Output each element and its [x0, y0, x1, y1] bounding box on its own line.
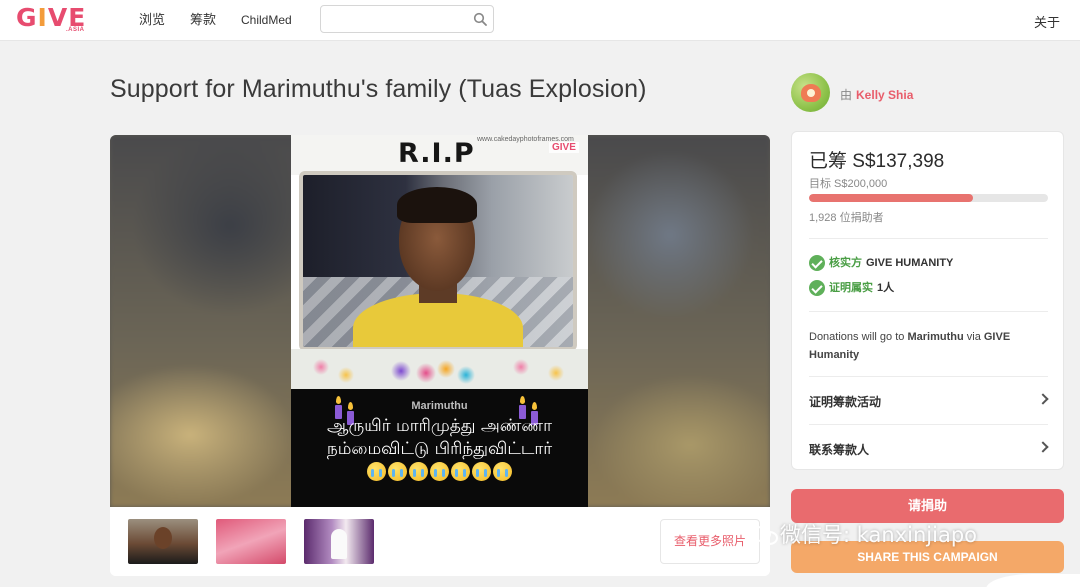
- crying-face-icon: [472, 462, 491, 482]
- thumbnail-strip: 查看更多照片: [110, 507, 770, 576]
- flower-decoration: [291, 349, 588, 389]
- funding-progress-fill: [809, 194, 974, 202]
- funding-goal: 目标 S$200,000: [809, 178, 888, 190]
- check-circle-icon: [809, 280, 825, 296]
- poster-rip-heading: R.I.P: [398, 138, 475, 169]
- hero-image[interactable]: R.I.P www.cakedayphotoframes.com GIVE Ma…: [110, 135, 770, 507]
- divider: [809, 424, 1048, 425]
- organizer-name-link[interactable]: Kelly Shia: [856, 88, 913, 102]
- search-icon[interactable]: [473, 12, 487, 26]
- verified-by-label: 核实方: [829, 257, 862, 269]
- chevron-right-icon: [1037, 393, 1049, 405]
- gallery-thumbnail[interactable]: [128, 519, 198, 564]
- crying-face-icon: [367, 462, 386, 482]
- crying-face-icon: [430, 462, 449, 482]
- crying-face-icon: [388, 462, 407, 482]
- search-box: [320, 5, 494, 33]
- logo-subtitle: .ASIA: [66, 27, 85, 33]
- poster-tamil-line-2: நம்மைவிட்டு பிரிந்துவிட்டார்: [326, 439, 553, 459]
- organizer-byline: 由 Kelly Shia: [840, 86, 913, 103]
- poster-tamil-line-1: ஆருயிர் மாரிமுத்து அண்ணா: [327, 416, 552, 436]
- divider: [809, 238, 1048, 239]
- contact-fundraiser-link[interactable]: 联系筹款人: [809, 441, 1049, 458]
- proof-value[interactable]: 1人: [877, 282, 894, 294]
- donor-count: 1,928 位捐助者: [809, 212, 884, 224]
- organizer-avatar[interactable]: [791, 73, 830, 112]
- nav-about[interactable]: 关于: [1034, 12, 1060, 31]
- campaign-title: Support for Marimuthu's family (Tuas Exp…: [110, 75, 647, 103]
- wechat-watermark: 微信号: kanxinjiapo: [752, 519, 977, 549]
- crying-face-icon: [493, 462, 512, 482]
- funding-progress-bar: [809, 194, 1048, 202]
- search-input[interactable]: [329, 11, 469, 27]
- nav-fundraise[interactable]: 筹款: [190, 12, 216, 28]
- verify-campaign-link[interactable]: 证明筹款活动: [809, 393, 1049, 410]
- wechat-icon: [752, 525, 778, 545]
- page-corner-shape: [986, 574, 1080, 587]
- poster-give-badge: GIVE: [549, 142, 579, 153]
- divider: [809, 311, 1048, 312]
- organizer-prefix: 由: [840, 88, 853, 102]
- divider: [809, 376, 1048, 377]
- proof-label: 证明属实: [829, 282, 873, 294]
- gallery-thumbnail[interactable]: [304, 519, 374, 564]
- media-gallery-card: R.I.P www.cakedayphotoframes.com GIVE Ma…: [110, 135, 770, 576]
- amount-raised: 已筹 S$137,398: [809, 151, 945, 172]
- chevron-right-icon: [1037, 441, 1049, 453]
- poster-name: Marimuthu: [411, 400, 468, 412]
- nav-browse[interactable]: 浏览: [139, 12, 165, 28]
- donation-destination-note: Donations will go to Marimuthu via GIVE …: [809, 331, 1011, 361]
- check-circle-icon: [809, 255, 825, 271]
- view-more-photos-button[interactable]: 查看更多照片: [660, 519, 760, 564]
- crying-emoji-row: [291, 461, 588, 482]
- verified-by-value[interactable]: GIVE HUMANITY: [866, 257, 953, 269]
- crying-face-icon: [409, 462, 428, 482]
- crying-face-icon: [451, 462, 470, 482]
- nav-childmed[interactable]: ChildMed: [241, 12, 292, 28]
- funding-summary-card: 已筹 S$137,398 目标 S$200,000 1,928 位捐助者 核实方…: [791, 131, 1064, 470]
- portrait-photo: [299, 171, 577, 351]
- top-navigation-bar: GIVE .ASIA 浏览 筹款 ChildMed 关于: [0, 0, 1080, 41]
- donate-button[interactable]: 请捐助: [791, 489, 1064, 523]
- give-asia-logo[interactable]: GIVE .ASIA: [16, 4, 86, 36]
- gallery-thumbnail[interactable]: [216, 519, 286, 564]
- memorial-poster: R.I.P www.cakedayphotoframes.com GIVE Ma…: [291, 135, 588, 507]
